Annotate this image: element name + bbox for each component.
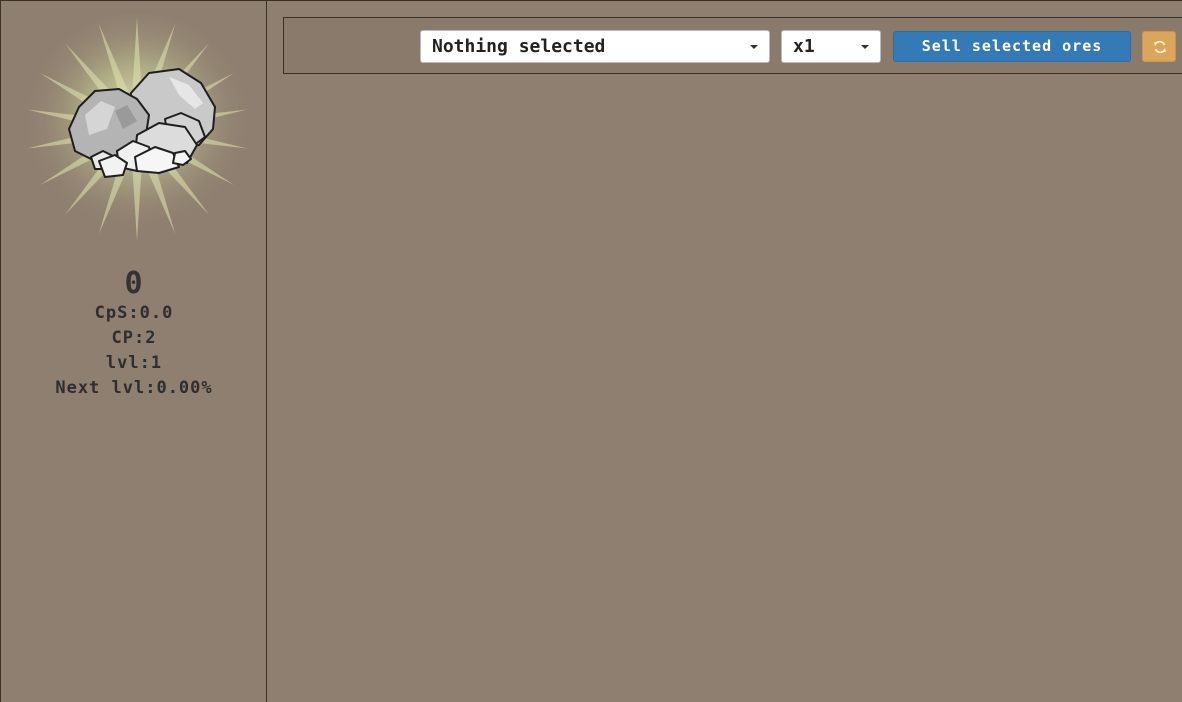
ore-select-value: Nothing selected xyxy=(432,36,606,57)
app-window: 0 CpS:0.0 CP:2 lvl:1 Next lvl:0.00% Noth… xyxy=(0,0,1182,702)
refresh-button[interactable] xyxy=(1142,31,1176,62)
refresh-icon xyxy=(1154,40,1166,54)
rock-pile-graphic xyxy=(22,14,249,244)
sell-toolbar: Nothing selected x1 Sell selected ores xyxy=(283,17,1182,74)
cps-stat: CpS:0.0 xyxy=(94,303,174,323)
chevron-down-icon xyxy=(861,45,869,49)
rock-pile-icon[interactable] xyxy=(19,11,249,251)
next-level-stat: Next lvl:0.00% xyxy=(55,378,213,398)
ore-select-dropdown[interactable]: Nothing selected xyxy=(420,30,770,63)
multiplier-select-dropdown[interactable]: x1 xyxy=(781,30,881,63)
ore-count: 0 xyxy=(124,266,144,301)
sell-selected-ores-button[interactable]: Sell selected ores xyxy=(893,31,1131,62)
sidebar: 0 CpS:0.0 CP:2 lvl:1 Next lvl:0.00% xyxy=(1,1,267,702)
level-stat: lvl:1 xyxy=(105,353,163,373)
stats-panel: 0 CpS:0.0 CP:2 lvl:1 Next lvl:0.00% xyxy=(1,267,267,401)
chevron-down-icon xyxy=(750,45,758,49)
cp-stat: CP:2 xyxy=(111,328,157,348)
multiplier-select-value: x1 xyxy=(793,36,815,57)
